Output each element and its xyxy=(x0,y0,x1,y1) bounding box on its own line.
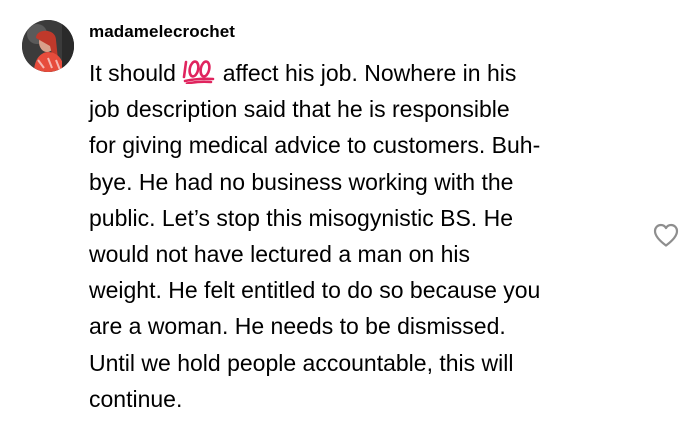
like-button[interactable] xyxy=(652,222,680,248)
hundred-points-icon xyxy=(182,56,216,85)
comment-text-rest: affect his job. Nowhere in his job descr… xyxy=(89,60,541,412)
comment-text: It should affect his job. Nowhere in his… xyxy=(89,55,649,417)
comment: madamelecrochet It should affect his job… xyxy=(0,0,700,436)
heart-outline-icon xyxy=(653,223,679,247)
comment-text-lead: It should xyxy=(89,60,183,86)
avatar[interactable] xyxy=(22,20,74,72)
username[interactable]: madamelecrochet xyxy=(89,21,235,43)
avatar-image xyxy=(22,20,74,72)
